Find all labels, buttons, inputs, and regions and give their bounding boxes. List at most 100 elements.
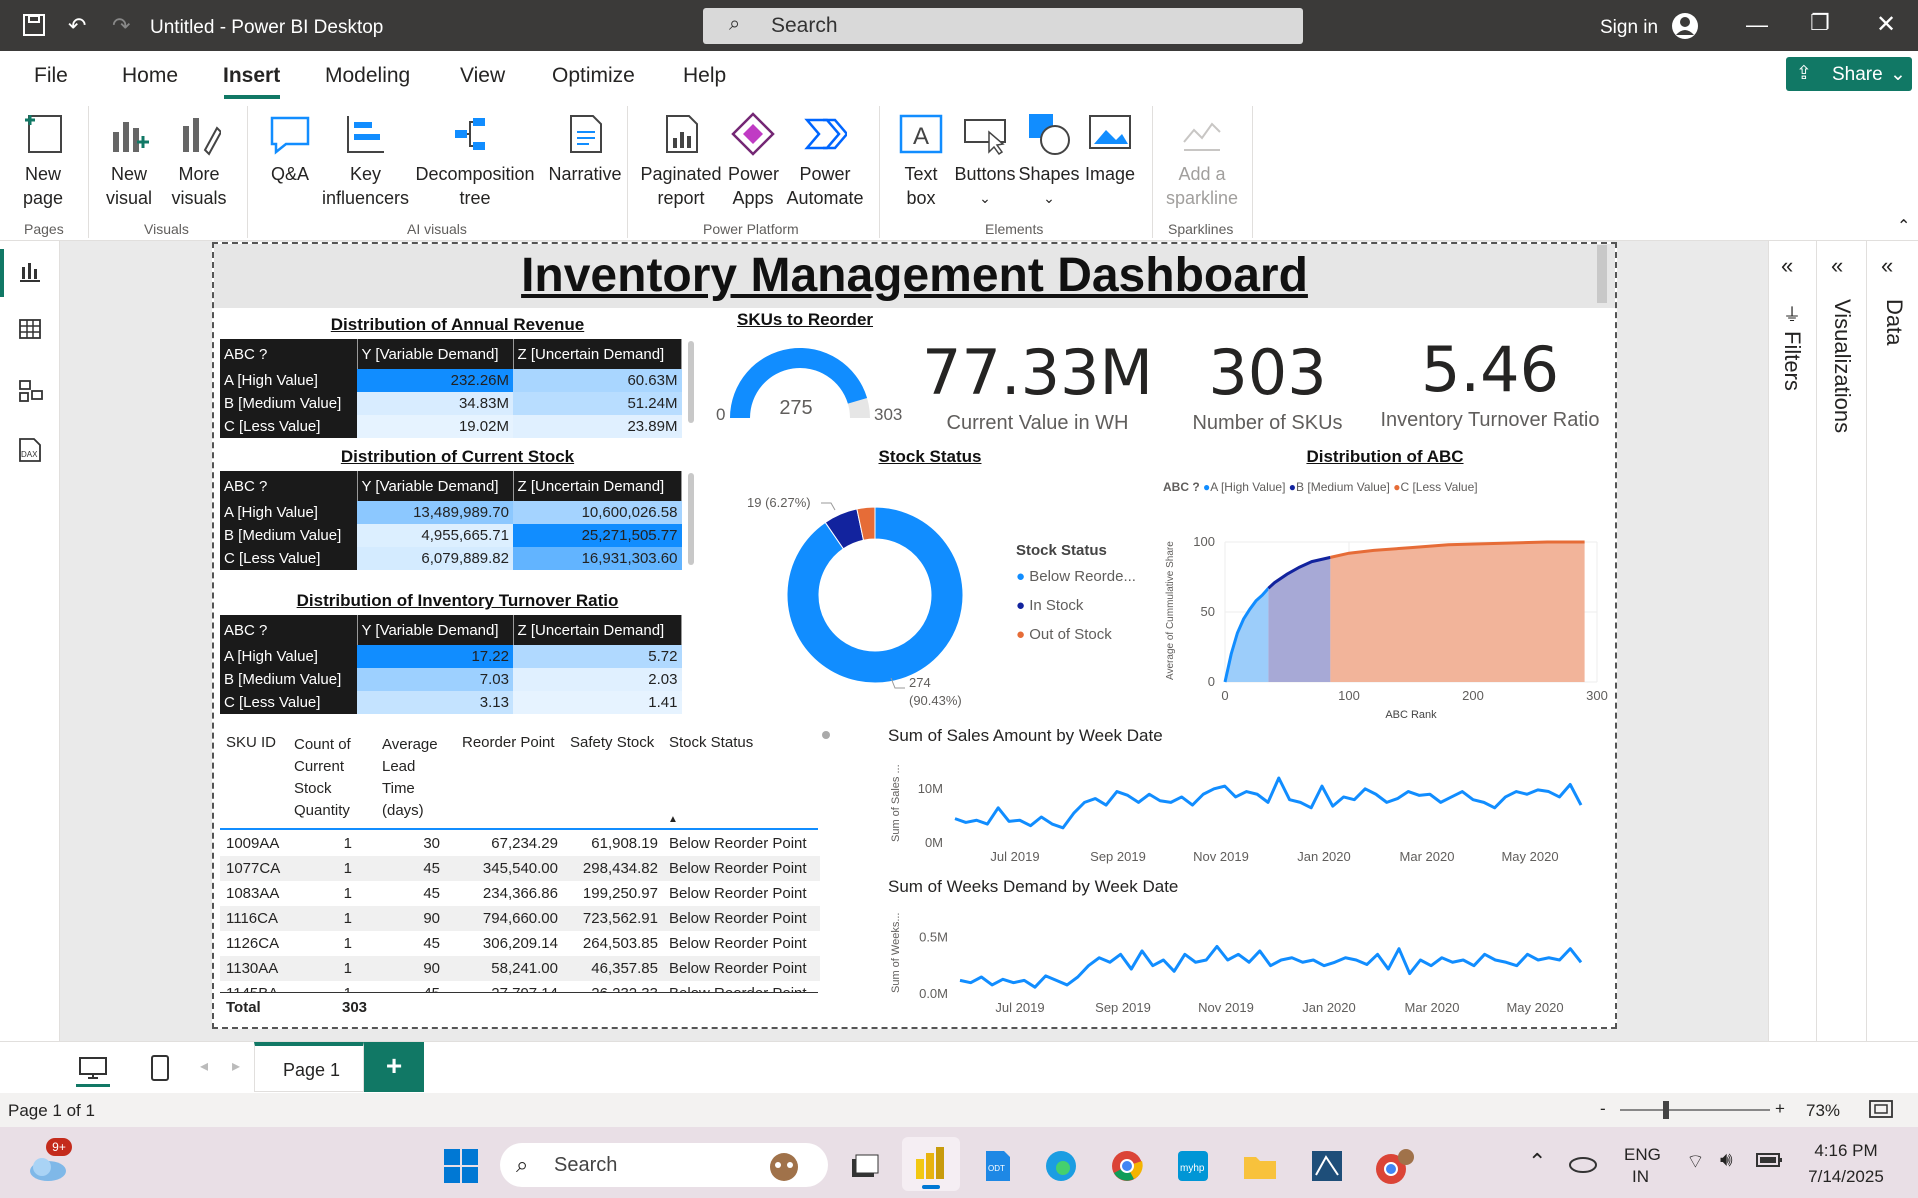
zoom-out-button[interactable]: -	[1600, 1099, 1606, 1119]
abc-area-chart[interactable]: 0 50 100 0 100 200 300 Average of Cummulative …	[1160, 500, 1615, 725]
matrix-scrollbar[interactable]	[688, 473, 694, 565]
buttons-button[interactable]: Buttons ⌄	[950, 110, 1020, 210]
region-indicator[interactable]: IN	[1632, 1167, 1649, 1187]
menu-optimize[interactable]: Optimize	[552, 64, 635, 88]
table-row[interactable]: C [Less Value] 6,079,889.82 16,931,303.60	[220, 547, 682, 570]
table-row[interactable]: 1009AA 1 30 67,234.29 61,908.19 Below Reorder…	[220, 831, 820, 856]
visual-more-options[interactable]	[822, 731, 830, 739]
legend-item-b[interactable]: B [Medium Value]	[1296, 480, 1390, 494]
sku-reorder-gauge[interactable]: 0 303 275	[710, 336, 910, 436]
chrome-profile-app-icon[interactable]	[1374, 1149, 1414, 1192]
paginated-report-button[interactable]: Paginated report	[636, 110, 726, 210]
filters-label[interactable]: Filters	[1779, 331, 1805, 391]
menu-view[interactable]: View	[460, 64, 505, 88]
desktop-layout-icon[interactable]	[78, 1056, 108, 1085]
image-button[interactable]: Image	[1080, 110, 1140, 186]
collapse-ribbon-icon[interactable]: ⌃	[1897, 216, 1910, 236]
sign-in-link[interactable]: Sign in	[1600, 17, 1658, 39]
filters-pane[interactable]: « ⏚ Filters	[1768, 241, 1816, 1041]
column-header-stock-status[interactable]: Stock Status	[669, 734, 753, 751]
zoom-level[interactable]: 73%	[1806, 1101, 1840, 1121]
add-sparkline-button[interactable]: Add a sparkline	[1160, 110, 1244, 210]
table-row[interactable]: 1130AA 1 90 58,241.00 46,357.85 Below Reorder…	[220, 956, 820, 981]
matrix-scrollbar[interactable]	[688, 341, 694, 423]
sales-line-chart[interactable]: 0M 10M Jul 2019 Sep 2019 Nov 2019 Jan 2020 Mar…	[885, 750, 1605, 865]
onedrive-icon[interactable]	[1568, 1151, 1598, 1180]
chrome-app-icon[interactable]	[1110, 1149, 1144, 1188]
powerbi-app-icon[interactable]	[902, 1137, 960, 1191]
menu-insert[interactable]: Insert	[223, 64, 280, 88]
clock-time[interactable]: 4:16 PM	[1796, 1141, 1896, 1161]
expand-filters-icon[interactable]: «	[1781, 253, 1793, 279]
visualizations-label[interactable]: Visualizations	[1829, 299, 1855, 433]
legend-item-below-reorder[interactable]: ● Below Reorde...	[1016, 568, 1136, 585]
qa-button[interactable]: Q&A	[255, 110, 325, 186]
column-header-sku-id[interactable]: SKU ID	[226, 734, 276, 751]
power-automate-button[interactable]: Power Automate	[782, 110, 868, 210]
language-indicator[interactable]: ENG	[1624, 1145, 1661, 1165]
vm-app-icon[interactable]	[1310, 1149, 1344, 1188]
myhp-app-icon[interactable]: myhp	[1176, 1149, 1210, 1188]
volume-icon[interactable]: 🔊︎	[1720, 1149, 1733, 1172]
table-row[interactable]: 1116CA 1 90 794,660.00 723,562.91 Below Reord…	[220, 906, 820, 931]
edge-app-icon[interactable]	[1044, 1149, 1078, 1188]
column-header-safety-stock[interactable]: Safety Stock	[570, 734, 654, 751]
table-row[interactable]: C [Less Value] 3.13 1.41	[220, 691, 682, 714]
account-icon[interactable]	[1670, 11, 1700, 46]
tab-page-1[interactable]: Page 1	[254, 1042, 364, 1092]
column-header-lead-time[interactable]: Average Lead Time (days)	[382, 734, 446, 822]
battery-icon[interactable]	[1756, 1151, 1784, 1174]
table-row[interactable]: 1126CA 1 45 306,209.14 264,503.85 Below Reord…	[220, 931, 820, 956]
zoom-slider[interactable]	[1620, 1109, 1770, 1111]
sku-table[interactable]: SKU ID Count of Current Stock Quantity A…	[220, 730, 820, 1022]
odt-app-icon[interactable]: ODT	[982, 1149, 1014, 1188]
undo-icon[interactable]: ↶	[68, 13, 86, 39]
zoom-in-button[interactable]: +	[1775, 1099, 1785, 1119]
text-box-button[interactable]: A Text box	[890, 110, 952, 210]
table-row[interactable]: B [Medium Value] 34.83M 51.24M	[220, 392, 682, 415]
model-view-icon[interactable]	[18, 377, 44, 408]
column-header-count[interactable]: Count of Current Stock Quantity	[294, 734, 366, 822]
data-pane[interactable]: « Data	[1866, 241, 1918, 1041]
legend-item-a[interactable]: A [High Value]	[1210, 480, 1285, 494]
data-label[interactable]: Data	[1881, 299, 1907, 345]
menu-home[interactable]: Home	[122, 64, 178, 88]
legend-item-c[interactable]: C [Less Value]	[1400, 480, 1477, 494]
dax-query-view-icon[interactable]: DAX	[16, 437, 44, 468]
new-visual-button[interactable]: New visual	[94, 110, 164, 210]
next-page-icon[interactable]: ▸	[232, 1056, 240, 1076]
menu-modeling[interactable]: Modeling	[325, 64, 410, 88]
menu-file[interactable]: File	[34, 64, 68, 88]
save-icon[interactable]	[22, 13, 46, 42]
restore-icon[interactable]: ❐	[1810, 10, 1830, 36]
column-header-reorder-point[interactable]: Reorder Point	[462, 734, 555, 751]
search-input[interactable]: ⌕ Search	[703, 8, 1303, 44]
zoom-slider-thumb[interactable]	[1663, 1101, 1669, 1119]
new-page-button[interactable]: New page	[8, 110, 78, 210]
table-row[interactable]: A [High Value] 232.26M 60.63M	[220, 369, 682, 392]
share-button[interactable]: ⇪ Share ⌄	[1786, 57, 1912, 91]
windows-start-icon[interactable]	[442, 1147, 480, 1190]
table-row[interactable]: C [Less Value] 19.02M 23.89M	[220, 415, 682, 438]
report-view-icon[interactable]	[18, 259, 42, 288]
add-page-button[interactable]: +	[364, 1042, 424, 1092]
taskview-app-icon[interactable]	[846, 1149, 880, 1188]
narrative-button[interactable]: Narrative	[535, 110, 635, 186]
decomposition-tree-button[interactable]: Decomposition tree	[410, 110, 540, 210]
table-row[interactable]: B [Medium Value] 7.03 2.03	[220, 668, 682, 691]
redo-icon[interactable]: ↷	[112, 13, 130, 39]
wifi-icon[interactable]: ⌔	[1686, 1149, 1705, 1174]
table-view-icon[interactable]	[18, 317, 42, 346]
demand-line-chart[interactable]: 0.0M 0.5M Jul 2019 Sep 2019 Nov 2019 Jan 2020…	[885, 900, 1605, 1020]
table-row[interactable]: A [High Value] 13,489,989.70 10,600,026.58	[220, 501, 682, 524]
legend-item-in-stock[interactable]: ● In Stock	[1016, 597, 1083, 614]
table-row[interactable]: B [Medium Value] 4,955,665.71 25,271,505.7…	[220, 524, 682, 547]
mobile-layout-icon[interactable]	[150, 1054, 170, 1087]
show-hidden-icons-chevron[interactable]: ⌃	[1528, 1149, 1546, 1175]
table-row[interactable]: 1083AA 1 45 234,366.86 199,250.97 Below Reord…	[220, 881, 820, 906]
sort-ascending-icon[interactable]: ▲	[668, 814, 678, 825]
expand-data-icon[interactable]: «	[1881, 253, 1893, 279]
taskbar-search[interactable]: ⌕ Search	[500, 1143, 828, 1187]
key-influencers-button[interactable]: Key influencers	[318, 110, 413, 210]
clock-date[interactable]: 7/14/2025	[1796, 1167, 1896, 1187]
